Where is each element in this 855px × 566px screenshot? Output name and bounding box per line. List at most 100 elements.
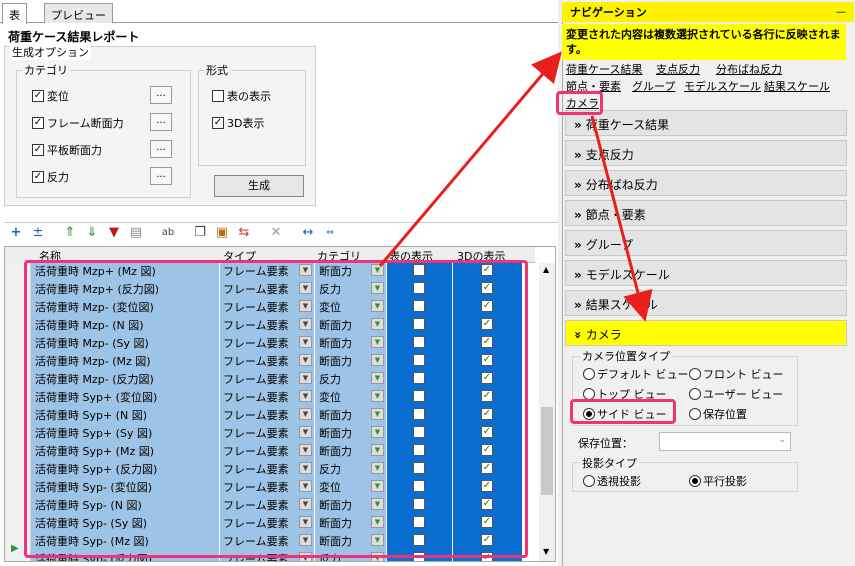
projection-label-text: 透視投影 (597, 475, 641, 488)
format-checkbox[interactable]: 表の表示 (212, 88, 271, 104)
camera-type-radio[interactable]: デフォルト ビュー (583, 366, 689, 382)
saved-position-label: 保存位置： (578, 437, 633, 450)
move-up-icon[interactable]: ⇑ (62, 225, 78, 241)
camera-type-radio[interactable]: フロント ビュー (689, 366, 784, 382)
category-legend: カテゴリ (22, 62, 70, 78)
chevron-right-icon: » (574, 178, 582, 192)
checkbox-box[interactable]: ✓ (32, 144, 44, 156)
paste-icon[interactable]: ▣ (214, 225, 230, 241)
nav-section-label: モデルスケール (585, 268, 670, 282)
list-icon[interactable]: ▤ (128, 225, 144, 241)
auto-size-icon[interactable]: ⇔ (322, 225, 338, 241)
nav-section[interactable]: » 荷重ケース結果 (565, 110, 847, 136)
saved-position-select[interactable]: ⌄ (659, 432, 791, 451)
format-legend: 形式 (204, 62, 230, 78)
category-checkbox[interactable]: ✓ 反力 (32, 169, 69, 185)
delete-icon[interactable]: ✕ (268, 225, 284, 241)
move-down-icon[interactable]: ⇓ (84, 225, 100, 241)
nav-link[interactable]: 支点反力 (656, 61, 700, 77)
checkbox-box[interactable]: ✓ (32, 171, 44, 183)
category-label: 平板断面力 (47, 144, 102, 157)
chevron-right-icon: » (574, 208, 582, 222)
camera-type-radio[interactable]: ユーザー ビュー (689, 386, 783, 402)
side-view-highlight (570, 399, 676, 424)
report-title: 荷重ケース結果レポート (8, 30, 140, 44)
checkbox-box[interactable]: ✓ (32, 90, 44, 102)
projection-radio[interactable]: 透視投影 (583, 473, 641, 489)
nav-section[interactable]: »カメラ (565, 320, 847, 346)
scroll-down-icon[interactable]: ▼ (543, 547, 549, 556)
scroll-up-icon[interactable]: ▲ (543, 265, 549, 274)
projection-label-text: 平行投影 (703, 475, 747, 488)
camera-link-highlight (556, 91, 603, 115)
duplicate-icon[interactable]: ⇆ (236, 225, 252, 241)
nav-link[interactable]: 結果スケール (764, 78, 830, 94)
pin-icon[interactable]: ᅳ (836, 4, 846, 20)
nav-section-label: 結果スケール (585, 298, 658, 312)
grid-toolbar: + ± ⇑ ⇓ ▼ ▤ ab ❐ ▣ ⇆ ✕ ↔ ⇔ (4, 222, 558, 244)
nav-section-label: 支点反力 (585, 148, 634, 162)
chevron-right-icon: » (574, 118, 582, 132)
camera-type-label: フロント ビュー (703, 368, 784, 381)
nav-section[interactable]: » 節点・要素 (565, 200, 847, 226)
category-label: 反力 (47, 171, 69, 184)
category-options-button[interactable]: ... (150, 113, 172, 131)
chevron-down-icon: » (570, 331, 585, 339)
nav-link[interactable]: グループ (632, 78, 675, 94)
nav-section-label: 節点・要素 (585, 208, 646, 222)
format-label: 表の表示 (227, 90, 271, 103)
nav-link[interactable]: モデルスケール (684, 78, 761, 94)
radio-circle[interactable] (583, 475, 595, 487)
category-label: フレーム断面力 (47, 117, 124, 130)
chevron-right-icon: » (574, 268, 582, 282)
category-options-button[interactable]: ... (150, 167, 172, 185)
radio-dot (692, 478, 698, 484)
radio-circle[interactable] (689, 408, 701, 420)
sort-icon[interactable]: ▼ (106, 225, 122, 241)
format-checkbox[interactable]: ✓ 3D表示 (212, 115, 264, 131)
nav-section[interactable]: » 分布ばね反力 (565, 170, 847, 196)
camera-type-label: デフォルト ビュー (597, 368, 689, 381)
fit-width-icon[interactable]: ↔ (300, 225, 316, 241)
camera-type-radio[interactable]: 保存位置 (689, 406, 747, 422)
projection-radio[interactable]: 平行投影 (689, 473, 747, 489)
insert-icon[interactable]: ± (30, 225, 46, 241)
category-checkbox[interactable]: ✓ 変位 (32, 88, 69, 104)
camera-type-label: ユーザー ビュー (703, 388, 784, 401)
category-label: 変位 (47, 90, 69, 103)
nav-section[interactable]: » グループ (565, 230, 847, 256)
nav-section-label: グループ (585, 238, 634, 252)
tab-bar: 表 プレビュー (0, 3, 558, 24)
category-checkbox[interactable]: ✓ 平板断面力 (32, 142, 102, 158)
radio-circle[interactable] (689, 368, 701, 380)
copy-icon[interactable]: ❐ (192, 225, 208, 241)
radio-circle[interactable] (689, 475, 701, 487)
chevron-right-icon: » (574, 238, 582, 252)
nav-warning: 変更された内容は複数選択されている各行に反映されます。 (562, 24, 846, 60)
nav-section[interactable]: » 支点反力 (565, 140, 847, 166)
radio-circle[interactable] (689, 388, 701, 400)
radio-circle[interactable] (583, 368, 595, 380)
nav-link[interactable]: 分布ばね反力 (716, 61, 782, 77)
selected-rows-highlight (24, 260, 528, 558)
category-options-button[interactable]: ... (150, 86, 172, 104)
nav-section[interactable]: » モデルスケール (565, 260, 847, 286)
rename-icon[interactable]: ab (160, 225, 176, 241)
category-options-button[interactable]: ... (150, 140, 172, 158)
projection-label: 投影タイプ (580, 455, 639, 471)
generate-button[interactable]: 生成 (214, 175, 304, 197)
checkbox-box[interactable]: ✓ (32, 117, 44, 129)
scrollbar-thumb[interactable] (541, 407, 553, 495)
nav-section[interactable]: » 結果スケール (565, 290, 847, 316)
tab-preview[interactable]: プレビュー (44, 3, 113, 23)
nav-section-label: 荷重ケース結果 (585, 118, 670, 132)
checkbox-box[interactable] (212, 90, 224, 102)
format-label: 3D表示 (227, 117, 265, 130)
tab-table[interactable]: 表 (2, 3, 27, 24)
checkbox-box[interactable]: ✓ (212, 117, 224, 129)
options-legend: 生成オプション (10, 44, 91, 60)
nav-link[interactable]: 荷重ケース結果 (566, 61, 642, 77)
category-checkbox[interactable]: ✓ フレーム断面力 (32, 115, 124, 131)
nav-title: ナビゲーション (562, 2, 854, 22)
add-icon[interactable]: + (8, 225, 24, 241)
